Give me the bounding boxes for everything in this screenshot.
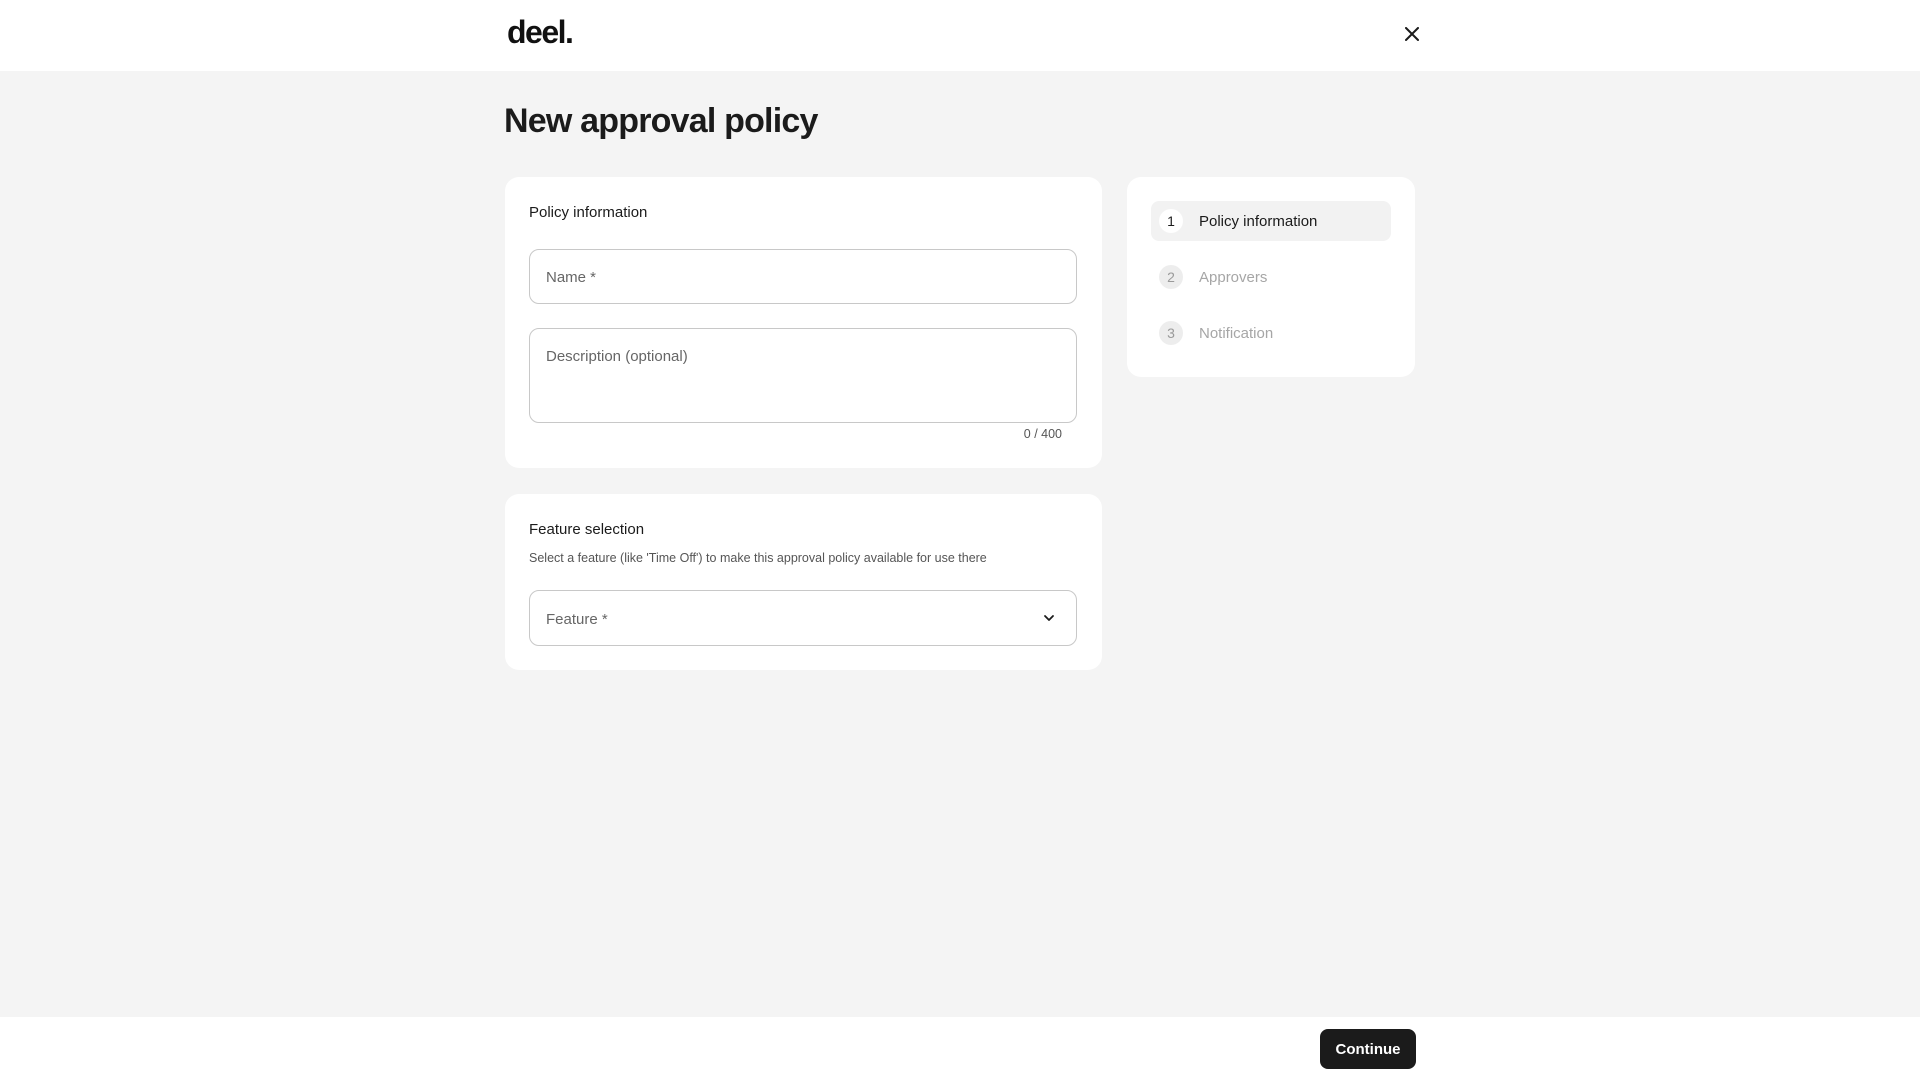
step-number: 1 — [1159, 209, 1183, 233]
step-approvers[interactable]: 2 Approvers — [1151, 257, 1391, 297]
step-notification[interactable]: 3 Notification — [1151, 313, 1391, 353]
steps-panel: 1 Policy information 2 Approvers 3 Notif… — [1127, 177, 1415, 377]
feature-selection-title: Feature selection — [529, 521, 645, 538]
close-button[interactable] — [1398, 20, 1426, 48]
deel-logo: deel. — [507, 14, 574, 50]
policy-information-title: Policy information — [529, 204, 648, 221]
step-label: Policy information — [1199, 212, 1318, 230]
description-field[interactable]: Description (optional) — [529, 328, 1077, 423]
footer-bar: Continue — [0, 1017, 1920, 1080]
page-title: New approval policy — [504, 102, 818, 140]
feature-select[interactable]: Feature * — [529, 590, 1077, 646]
close-icon — [1405, 27, 1419, 41]
feature-selection-subtitle: Select a feature (like 'Time Off') to ma… — [529, 551, 987, 565]
top-bar: deel. — [0, 0, 1920, 71]
step-label: Approvers — [1199, 268, 1268, 286]
feature-select-placeholder: Feature * — [546, 611, 608, 628]
policy-information-card: Policy information Name * Description (o… — [505, 177, 1102, 468]
description-field-placeholder: Description (optional) — [546, 348, 688, 365]
step-policy-information[interactable]: 1 Policy information — [1151, 201, 1391, 241]
step-number: 3 — [1159, 321, 1183, 345]
name-field-placeholder: Name * — [546, 269, 597, 286]
continue-button[interactable]: Continue — [1320, 1029, 1416, 1069]
chevron-down-icon — [1044, 615, 1054, 621]
name-field[interactable]: Name * — [529, 249, 1077, 304]
feature-selection-card: Feature selection Select a feature (like… — [505, 494, 1102, 670]
step-number: 2 — [1159, 265, 1183, 289]
step-label: Notification — [1199, 324, 1274, 342]
description-character-counter: 0 / 400 — [1023, 427, 1062, 441]
